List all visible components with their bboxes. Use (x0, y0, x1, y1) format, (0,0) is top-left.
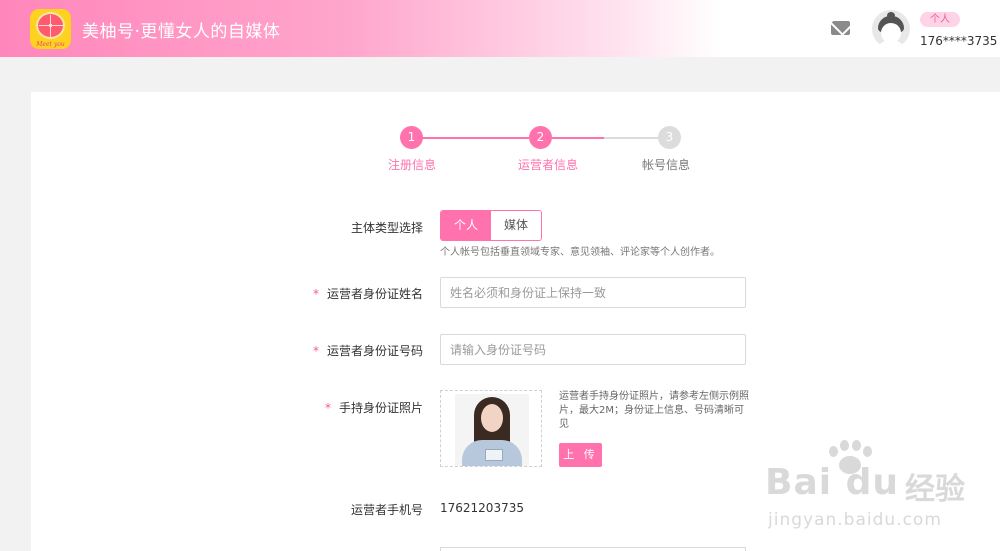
photo-description: 运营者手持身份证照片，请参考左侧示例照片，最大2M；身份证上信息、号码清晰可见 (559, 391, 749, 430)
step-2-label: 运营者信息 (517, 158, 578, 172)
id-label-row: * 运营者身份证号码 (223, 342, 423, 359)
id-label: 运营者身份证号码 (326, 344, 423, 358)
step-1-circle: 1 (400, 126, 423, 149)
required-mark: * (324, 401, 331, 415)
avatar-bun (887, 12, 895, 19)
mail-icon[interactable] (831, 21, 850, 35)
step-3-circle: 3 (658, 126, 681, 149)
user-phone: 176****3735 (920, 34, 998, 48)
step-line-done (422, 137, 529, 139)
role-badge: 个人 (920, 12, 960, 27)
sample-photo-box (440, 390, 542, 467)
required-mark: * (312, 344, 319, 358)
step-3-label: 帐号信息 (641, 158, 690, 172)
entity-hint: 个人帐号包括垂直领域专家、意见领袖、评论家等个人创作者。 (440, 247, 720, 258)
app-title: 美柚号·更懂女人的自媒体 (82, 22, 281, 42)
entity-type-label: 主体类型选择 (350, 221, 423, 235)
phone-value: 17621203735 (440, 501, 524, 515)
watermark-cn: 经验 (905, 472, 965, 507)
avatar-body (876, 40, 906, 48)
required-mark: * (312, 287, 319, 301)
photo-face (481, 404, 503, 432)
avatar[interactable] (872, 10, 910, 48)
watermark-url: jingyan.baidu.com (768, 510, 942, 530)
sample-id-photo (455, 394, 529, 466)
photo-id-card (485, 449, 503, 461)
phone-label: 运营者手机号 (350, 503, 423, 517)
name-label-row: * 运营者身份证姓名 (223, 285, 423, 302)
step-1-label: 注册信息 (387, 158, 436, 172)
entity-option-personal[interactable]: 个人 (441, 211, 491, 240)
next-field-input[interactable] (440, 547, 746, 551)
step-line-todo (604, 137, 658, 139)
baidu-watermark: Bai du 经验 jingyan.baidu.com (765, 440, 995, 530)
name-label: 运营者身份证姓名 (326, 287, 423, 301)
step-line-partial (552, 137, 604, 139)
entity-option-media[interactable]: 媒体 (491, 211, 541, 240)
step-2-circle: 2 (529, 126, 552, 149)
grapefruit-icon (36, 12, 65, 39)
top-header: Meet you 美柚号·更懂女人的自媒体 个人 176****3735 (0, 0, 1000, 57)
photo-label: 手持身份证照片 (338, 401, 423, 415)
watermark-brand: Bai du (765, 462, 900, 503)
photo-label-row: * 手持身份证照片 (223, 399, 423, 416)
app-logo[interactable]: Meet you (30, 9, 71, 49)
upload-button[interactable]: 上 传 (559, 443, 602, 467)
entity-type-selector: 个人 媒体 (440, 210, 542, 241)
name-input[interactable] (440, 277, 746, 308)
logo-caption: Meet you (36, 41, 65, 48)
id-number-input[interactable] (440, 334, 746, 365)
